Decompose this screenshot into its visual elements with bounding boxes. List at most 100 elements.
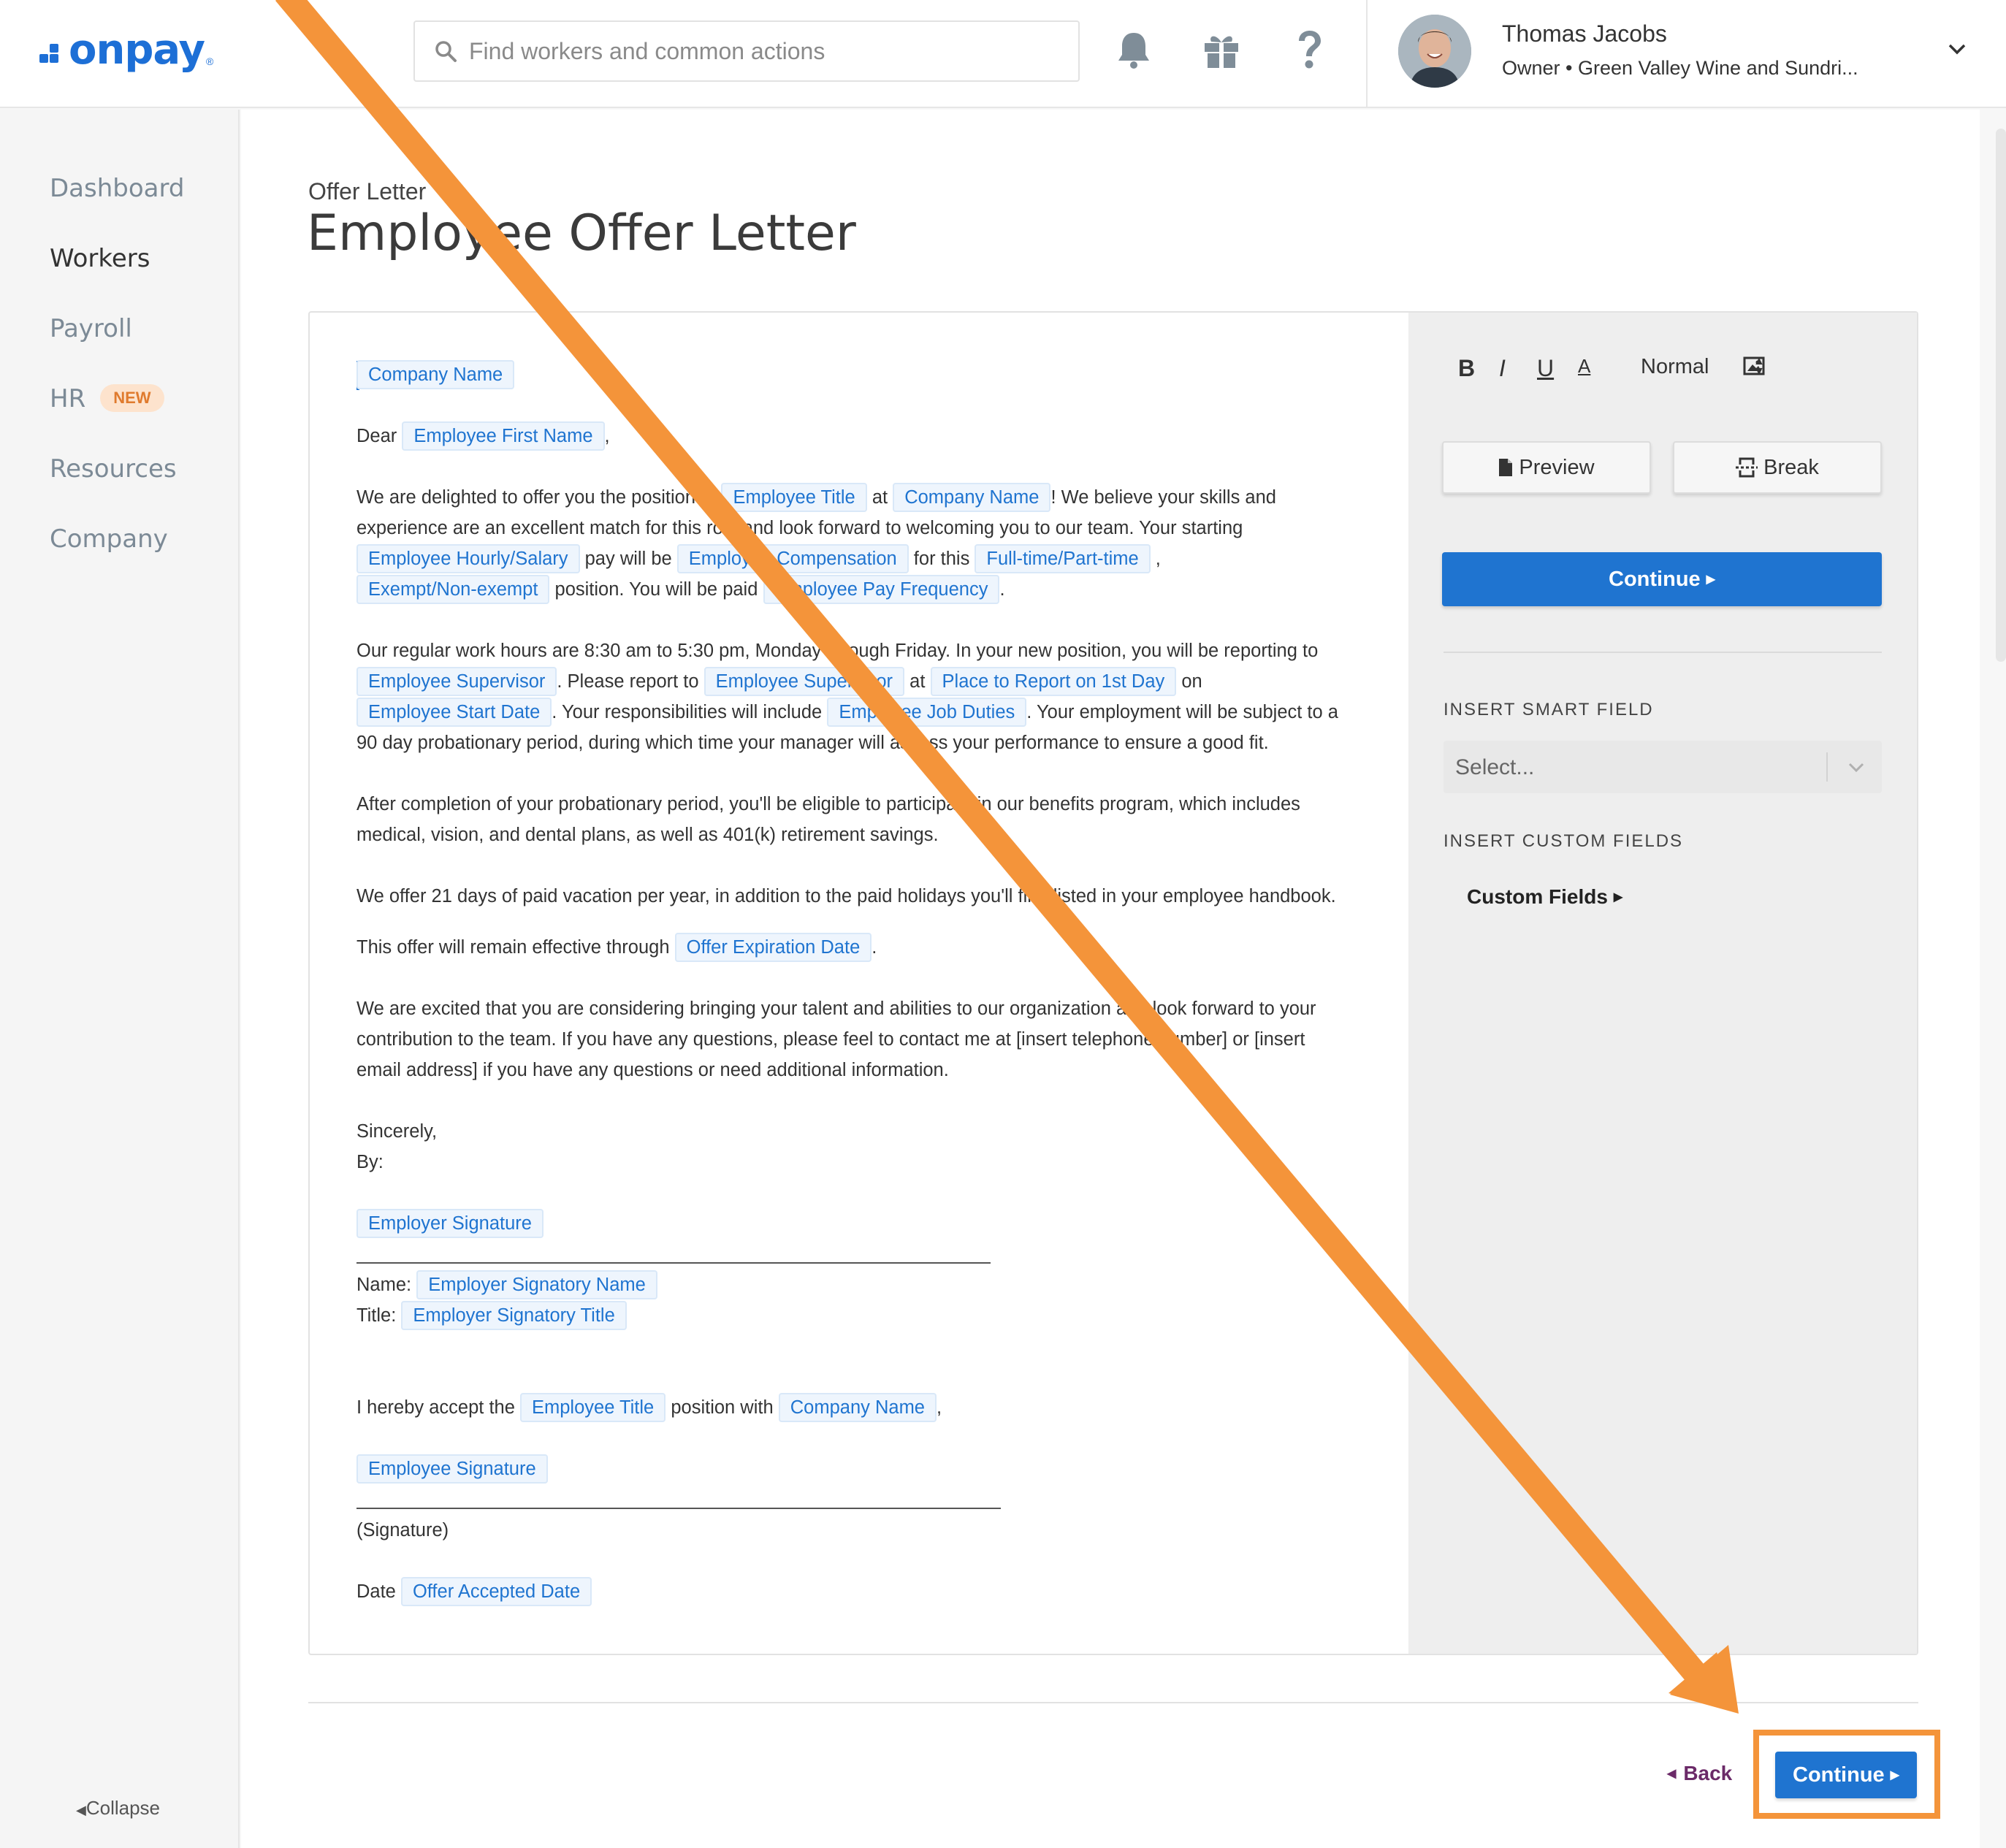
chevron-down-icon[interactable] <box>1946 38 1968 60</box>
sidebar-item-dashboard[interactable]: Dashboard <box>50 174 184 203</box>
header-divider <box>1366 0 1368 108</box>
smart-field-chip[interactable]: Exempt/Non-exempt <box>356 575 550 604</box>
letter-line: Date Offer Accepted Date <box>356 1576 592 1607</box>
letter-line: I hereby accept the Employee Title posit… <box>356 1392 942 1423</box>
smart-field-chip[interactable]: Company Name <box>356 360 515 389</box>
smart-field-chip[interactable]: Employer Signatory Title <box>401 1301 627 1330</box>
smart-field-chip[interactable]: Employee Hourly/Salary <box>356 544 580 573</box>
caret-left-icon: ◀ <box>76 1803 86 1817</box>
smart-field-chip[interactable]: Employee Supervisor <box>703 667 905 696</box>
smart-field-chip[interactable]: Employee Signature <box>356 1454 548 1484</box>
caret-left-icon: ◀ <box>1667 1768 1677 1780</box>
letter-line: medical, vision, and dental plans, as we… <box>356 825 939 845</box>
caret-right-icon: ▶ <box>1706 573 1715 586</box>
smart-field-chip[interactable]: Company Name <box>893 483 1051 512</box>
letter-document[interactable]: Company Name Dear Employee First Name, W… <box>310 313 1408 1654</box>
letter-line: Name: Employer Signatory Name <box>356 1269 657 1300</box>
back-button[interactable]: ◀ Back <box>1667 1762 1732 1785</box>
collapse-button[interactable]: ◀Collapse <box>76 1797 160 1820</box>
employee-signature-line <box>356 1508 1001 1509</box>
format-select[interactable]: Normal ▲▼ <box>1641 355 1765 379</box>
bell-icon[interactable] <box>1113 28 1154 72</box>
image-icon[interactable] <box>1743 356 1765 375</box>
smart-field-chip[interactable]: Employee Supervisor <box>356 667 557 696</box>
smart-field-chip[interactable]: Offer Accepted Date <box>400 1577 592 1606</box>
insert-custom-fields-label: INSERT CUSTOM FIELDS <box>1444 831 1684 851</box>
sidebar-item-label: HR <box>50 384 86 413</box>
smart-field-chip[interactable]: Employee Start Date <box>356 698 552 727</box>
letter-line: Our regular work hours are 8:30 am to 5:… <box>356 641 1319 661</box>
smart-field-chip[interactable]: Employee Job Duties <box>827 698 1027 727</box>
letter-line: Employee Signature <box>356 1454 548 1484</box>
sidebar-item-payroll[interactable]: Payroll <box>50 314 132 343</box>
search-bar[interactable] <box>413 20 1080 82</box>
highlight-annotation <box>1753 1730 1940 1819</box>
smart-field-chip[interactable]: Employee Compensation <box>676 544 909 573</box>
letter-line: After completion of your probationary pe… <box>356 794 1300 814</box>
editor-side-panel: B I U A Normal ▲▼ Preview Break Continue… <box>1408 313 1917 1654</box>
caret-right-icon: ▶ <box>1613 891 1623 904</box>
smart-field-chip[interactable]: Employer Signature <box>356 1209 544 1238</box>
sidebar-item-hr[interactable]: HR NEW <box>50 383 164 414</box>
smart-field-chip[interactable]: Employee Pay Frequency <box>763 575 1000 604</box>
user-role-company[interactable]: Owner • Green Valley Wine and Sundri... <box>1502 57 1858 80</box>
page-break-icon <box>1736 457 1758 478</box>
smart-field-chip[interactable]: Employee First Name <box>402 421 605 451</box>
top-header: onpay ® Thomas Jacobs Owner • Green Vall… <box>0 0 2006 108</box>
letter-line: email address] if you have any questions… <box>356 1060 949 1080</box>
document-icon <box>1499 459 1513 476</box>
letter-line: Employee Start Date. Your responsibiliti… <box>356 697 1338 728</box>
smart-field-chip[interactable]: Employer Signatory Name <box>416 1270 657 1299</box>
italic-icon[interactable]: I <box>1499 355 1506 382</box>
letter-line: We are delighted to offer you the positi… <box>356 482 1276 513</box>
smart-field-chip[interactable]: Place to Report on 1st Day <box>930 667 1177 696</box>
help-icon[interactable] <box>1289 28 1330 72</box>
logo-mark <box>39 37 64 63</box>
onpay-logo[interactable]: onpay ® <box>39 26 214 74</box>
employer-signature-line <box>356 1262 991 1264</box>
letter-line: Employer Signature <box>356 1208 544 1239</box>
sidebar: Dashboard Workers Payroll HR NEW Resource… <box>0 110 240 1848</box>
smart-field-chip[interactable]: Employee Title <box>519 1393 666 1422</box>
new-badge: NEW <box>100 383 164 412</box>
text-color-icon[interactable]: A <box>1578 355 1590 378</box>
letter-line: This offer will remain effective through… <box>356 932 877 963</box>
scrollbar[interactable] <box>1996 129 2006 662</box>
letter-line: (Signature) <box>356 1520 449 1540</box>
gift-icon[interactable] <box>1201 28 1242 72</box>
sidebar-item-resources[interactable]: Resources <box>50 454 177 484</box>
insert-smart-field-label: INSERT SMART FIELD <box>1444 700 1654 719</box>
panel-divider <box>1444 652 1882 653</box>
letter-line: We are excited that you are considering … <box>356 999 1316 1019</box>
sidebar-item-workers[interactable]: Workers <box>50 244 150 273</box>
letter-line: contribution to the team. If you have an… <box>356 1029 1305 1050</box>
underline-icon[interactable]: U <box>1537 355 1554 382</box>
letter-line: Employee Hourly/Salary pay will be Emplo… <box>356 543 1161 574</box>
avatar[interactable] <box>1398 15 1471 88</box>
footer-divider <box>308 1702 1918 1703</box>
smart-field-chip[interactable]: Company Name <box>778 1393 937 1422</box>
logo-registered-mark: ® <box>206 56 214 67</box>
search-icon <box>435 41 457 62</box>
page-subtitle: Offer Letter <box>308 178 427 205</box>
page-title: Employee Offer Letter <box>307 205 856 262</box>
logo-text: onpay <box>69 26 205 74</box>
user-name[interactable]: Thomas Jacobs <box>1502 20 1667 47</box>
letter-line: 90 day probationary period, during which… <box>356 733 1269 753</box>
sidebar-item-company[interactable]: Company <box>50 524 168 554</box>
page-break-button[interactable]: Break <box>1673 441 1882 494</box>
smart-field-chip[interactable]: Full-time/Part-time <box>975 544 1151 573</box>
letter-line: Exempt/Non-exempt position. You will be … <box>356 574 1005 605</box>
smart-field-chip[interactable]: Offer Expiration Date <box>674 933 872 962</box>
bold-icon[interactable]: B <box>1458 355 1475 382</box>
smart-field-select[interactable]: Select... <box>1444 741 1882 793</box>
letter-line: Title: Employer Signatory Title <box>356 1300 627 1331</box>
letter-line: Dear Employee First Name, <box>356 421 610 451</box>
letter-line: Employee Supervisor. Please report to Em… <box>356 666 1202 697</box>
smart-field-chip[interactable]: Employee Title <box>721 483 867 512</box>
letter-line: experience are an excellent match for th… <box>356 518 1243 538</box>
custom-fields-link[interactable]: Custom Fields ▶ <box>1467 885 1622 909</box>
search-input[interactable] <box>469 37 1068 65</box>
preview-button[interactable]: Preview <box>1442 441 1651 494</box>
continue-button[interactable]: Continue ▶ <box>1442 552 1882 606</box>
